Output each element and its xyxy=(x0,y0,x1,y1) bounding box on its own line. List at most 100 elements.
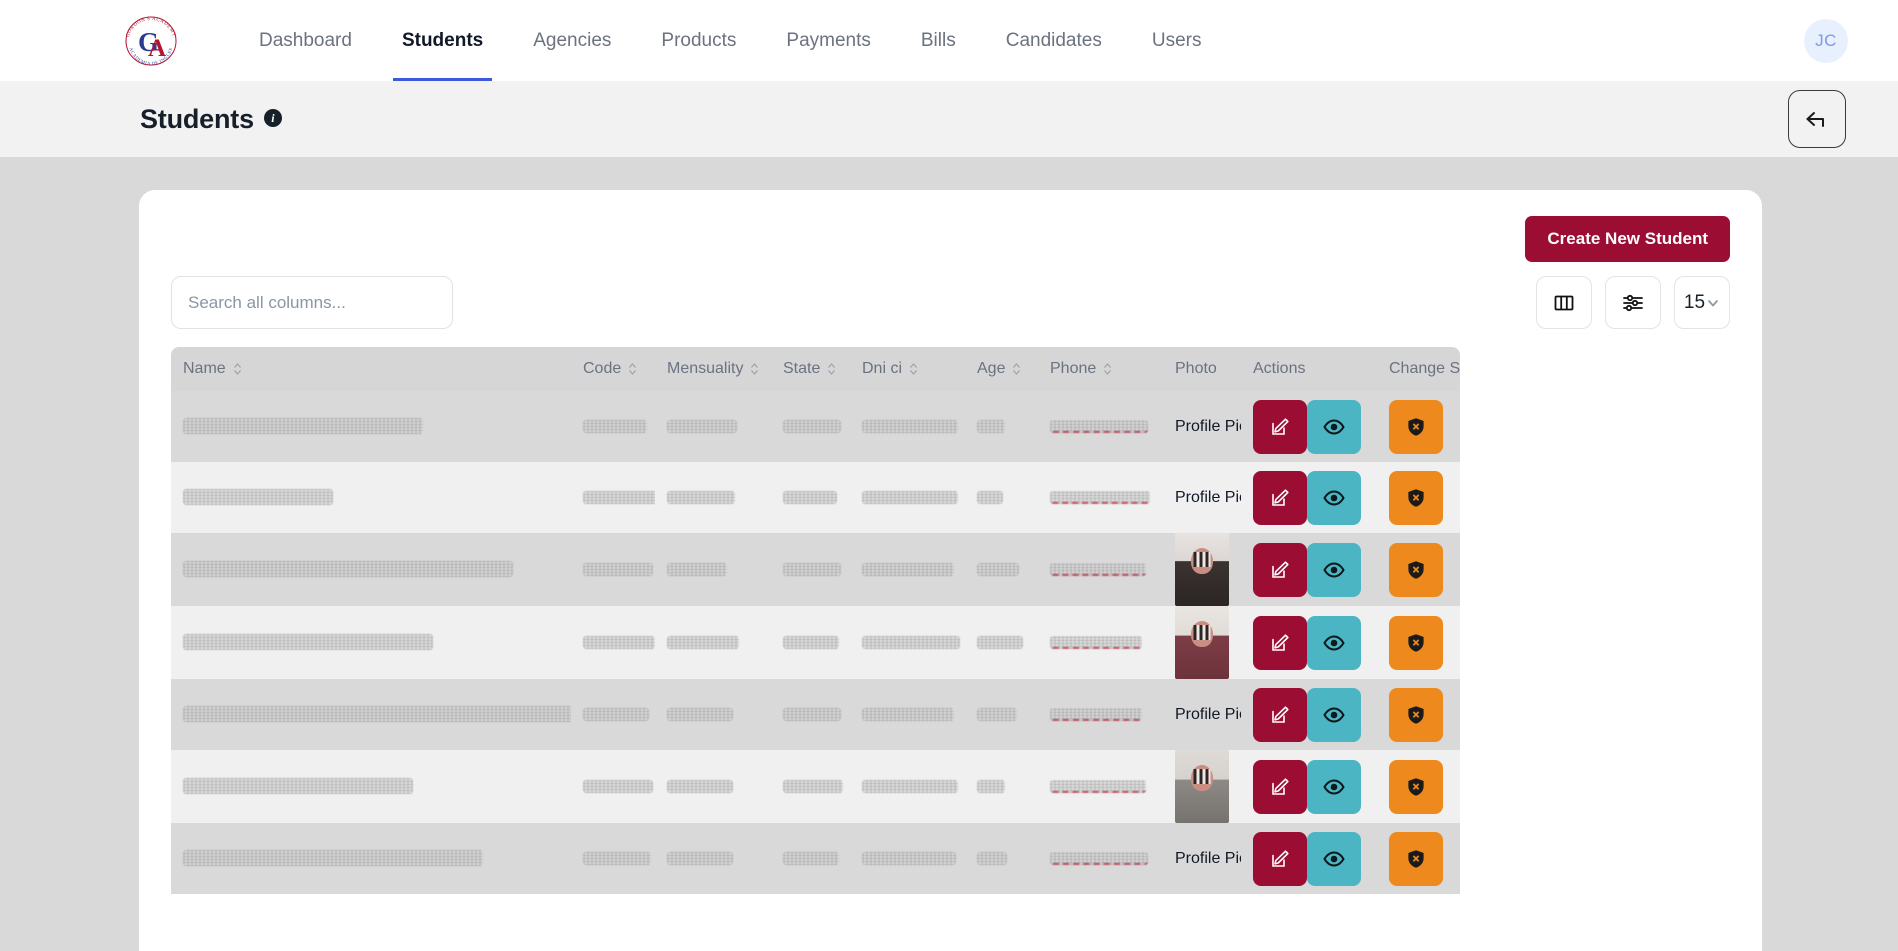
view-button[interactable] xyxy=(1307,615,1361,670)
filter-settings-button[interactable] xyxy=(1605,276,1661,329)
cell-student-photo xyxy=(1163,533,1241,606)
column-header-age[interactable]: Age xyxy=(965,347,1038,391)
students-table-scroll[interactable]: Name Code Mensuality State Dni ci Age Ph… xyxy=(171,347,1460,894)
column-label: State xyxy=(783,360,821,377)
column-header-code[interactable]: Code xyxy=(571,347,655,391)
table-row[interactable]: Profile Pic xyxy=(171,462,1460,533)
page-size-value: 15 xyxy=(1683,291,1706,313)
table-row[interactable]: Profile Pic xyxy=(171,823,1460,894)
table-row[interactable] xyxy=(171,750,1460,823)
profile-pic-alt-text: Profile Pic xyxy=(1175,705,1241,723)
info-icon[interactable]: i xyxy=(263,109,282,127)
cell-student-phone xyxy=(1038,823,1163,894)
nav-item-users[interactable]: Users xyxy=(1127,0,1227,81)
app-logo[interactable]: GORDON'S ACADEMY ACADEMIA DE INGLES G A xyxy=(120,10,182,72)
view-button[interactable] xyxy=(1307,470,1361,525)
edit-button[interactable] xyxy=(1253,687,1307,742)
cell-student-photo: Profile Pic xyxy=(1163,391,1241,462)
page-size-selector[interactable]: 15 xyxy=(1674,276,1730,329)
eye-icon xyxy=(1323,634,1345,651)
column-header-name[interactable]: Name xyxy=(171,347,571,391)
view-button[interactable] xyxy=(1307,759,1361,814)
back-button[interactable] xyxy=(1788,90,1846,148)
edit-button[interactable] xyxy=(1253,399,1307,454)
column-visibility-button[interactable] xyxy=(1536,276,1592,329)
table-row[interactable] xyxy=(171,606,1460,679)
profile-pic-alt-text: Profile Pic xyxy=(1175,488,1241,506)
change-state-button[interactable] xyxy=(1389,615,1443,670)
nav-item-bills[interactable]: Bills xyxy=(896,0,981,81)
view-button[interactable] xyxy=(1307,687,1361,742)
cell-student-state xyxy=(771,679,850,750)
shield-x-icon xyxy=(1408,417,1424,436)
redacted-value xyxy=(977,490,1003,504)
user-avatar[interactable]: JC xyxy=(1804,18,1848,63)
search-input[interactable] xyxy=(171,276,453,329)
cell-change-state xyxy=(1377,533,1460,606)
redacted-value xyxy=(1050,562,1146,576)
nav-item-dashboard[interactable]: Dashboard xyxy=(234,0,377,81)
redacted-value xyxy=(862,635,960,649)
column-header-state[interactable]: State xyxy=(771,347,850,391)
nav-item-agencies[interactable]: Agencies xyxy=(508,0,636,81)
column-label: Name xyxy=(183,360,226,377)
svg-text:A: A xyxy=(148,35,166,62)
shield-x-icon xyxy=(1408,633,1424,652)
cell-student-state xyxy=(771,533,850,606)
cell-student-phone xyxy=(1038,679,1163,750)
sort-icon xyxy=(1104,363,1112,375)
cell-actions xyxy=(1241,823,1377,894)
column-label: Phone xyxy=(1050,360,1097,377)
redacted-value xyxy=(1050,851,1148,865)
table-tool-group: 15 xyxy=(1536,276,1730,329)
eye-icon xyxy=(1323,561,1345,578)
table-row[interactable] xyxy=(171,533,1460,606)
nav-label: Payments xyxy=(786,29,871,51)
nav-item-students[interactable]: Students xyxy=(377,0,508,81)
change-state-button[interactable] xyxy=(1389,470,1443,525)
column-header-phone[interactable]: Phone xyxy=(1038,347,1163,391)
cell-student-name xyxy=(171,462,571,533)
cell-student-code xyxy=(571,391,655,462)
cell-student-dni-ci xyxy=(850,462,965,533)
edit-button[interactable] xyxy=(1253,759,1307,814)
nav-item-products[interactable]: Products xyxy=(636,0,761,81)
change-state-button[interactable] xyxy=(1389,759,1443,814)
row-action-group xyxy=(1253,615,1365,670)
nav-label: Dashboard xyxy=(259,29,352,51)
cell-student-photo: Profile Pic xyxy=(1163,462,1241,533)
redacted-value xyxy=(783,779,843,793)
view-button[interactable] xyxy=(1307,542,1361,597)
column-header-mensuality[interactable]: Mensuality xyxy=(655,347,771,391)
edit-button[interactable] xyxy=(1253,542,1307,597)
create-new-student-button[interactable]: Create New Student xyxy=(1525,216,1730,262)
cell-student-mensuality xyxy=(655,606,771,679)
cell-student-name xyxy=(171,391,571,462)
view-button[interactable] xyxy=(1307,831,1361,886)
column-header-dni-ci[interactable]: Dni ci xyxy=(850,347,965,391)
edit-button[interactable] xyxy=(1253,470,1307,525)
nav-item-payments[interactable]: Payments xyxy=(761,0,895,81)
change-state-button[interactable] xyxy=(1389,831,1443,886)
cell-student-name xyxy=(171,533,571,606)
nav-item-candidates[interactable]: Candidates xyxy=(981,0,1127,81)
table-row[interactable]: Profile Pic xyxy=(171,679,1460,750)
redacted-value xyxy=(183,778,413,795)
edit-button[interactable] xyxy=(1253,831,1307,886)
change-state-button[interactable] xyxy=(1389,399,1443,454)
row-action-group xyxy=(1253,399,1365,454)
change-state-button[interactable] xyxy=(1389,687,1443,742)
cell-change-state xyxy=(1377,462,1460,533)
table-head: Name Code Mensuality State Dni ci Age Ph… xyxy=(171,347,1460,391)
column-label: Change Sta xyxy=(1389,360,1460,377)
change-state-button[interactable] xyxy=(1389,542,1443,597)
edit-button[interactable] xyxy=(1253,615,1307,670)
cell-student-dni-ci xyxy=(850,533,965,606)
redacted-value xyxy=(583,707,649,721)
nav-label: Candidates xyxy=(1005,29,1102,51)
edit-pencil-icon xyxy=(1272,705,1289,723)
shield-x-icon xyxy=(1408,777,1424,796)
table-row[interactable]: Profile Pic xyxy=(171,391,1460,462)
chevron-down-icon xyxy=(1708,299,1718,306)
view-button[interactable] xyxy=(1307,399,1361,454)
